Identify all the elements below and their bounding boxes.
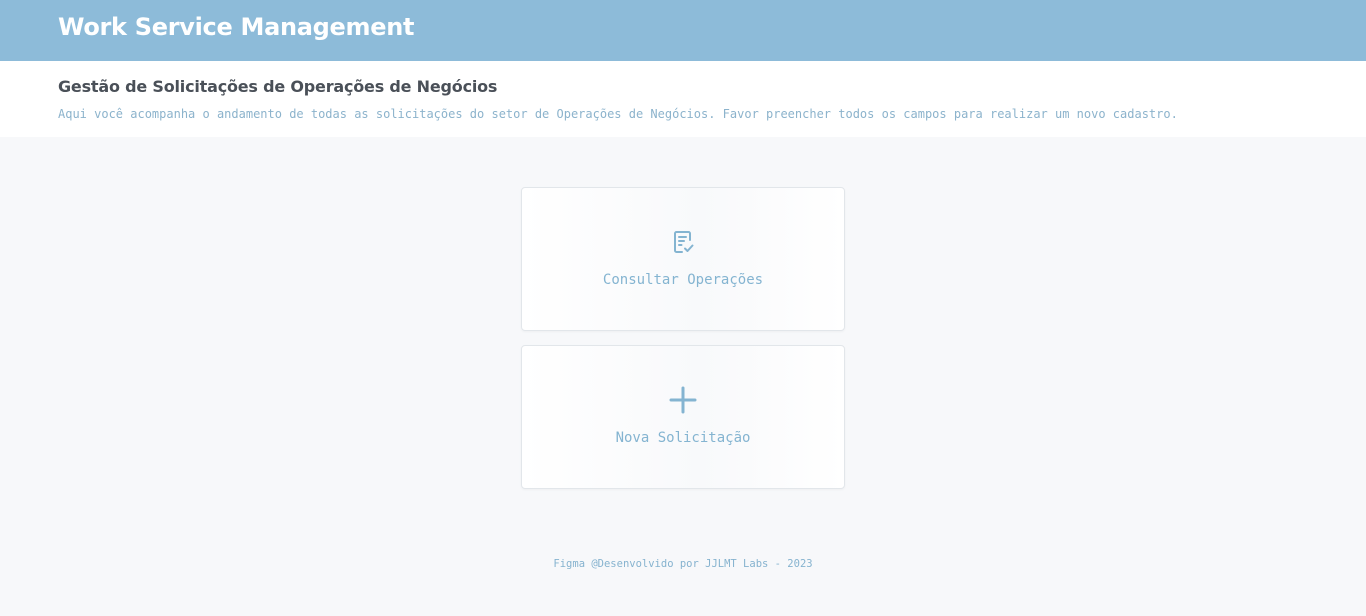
page-header: Gestão de Solicitações de Operações de N… [0, 61, 1366, 137]
app-title: Work Service Management [58, 13, 415, 41]
footer-credits: Figma @Desenvolvido por JJLMT Labs - 202… [553, 558, 813, 570]
top-app-bar: Work Service Management [0, 0, 1366, 61]
page-description: Aqui você acompanha o andamento de todas… [58, 107, 1178, 121]
consultar-operacoes-card[interactable]: Consultar Operações [521, 187, 845, 331]
nova-solicitacao-label: Nova Solicitação [615, 430, 751, 446]
document-check-icon [674, 231, 694, 253]
plus-icon [669, 386, 697, 414]
page-title: Gestão de Solicitações de Operações de N… [58, 77, 498, 96]
consultar-operacoes-label: Consultar Operações [602, 272, 764, 288]
nova-solicitacao-card[interactable]: Nova Solicitação [521, 345, 845, 489]
